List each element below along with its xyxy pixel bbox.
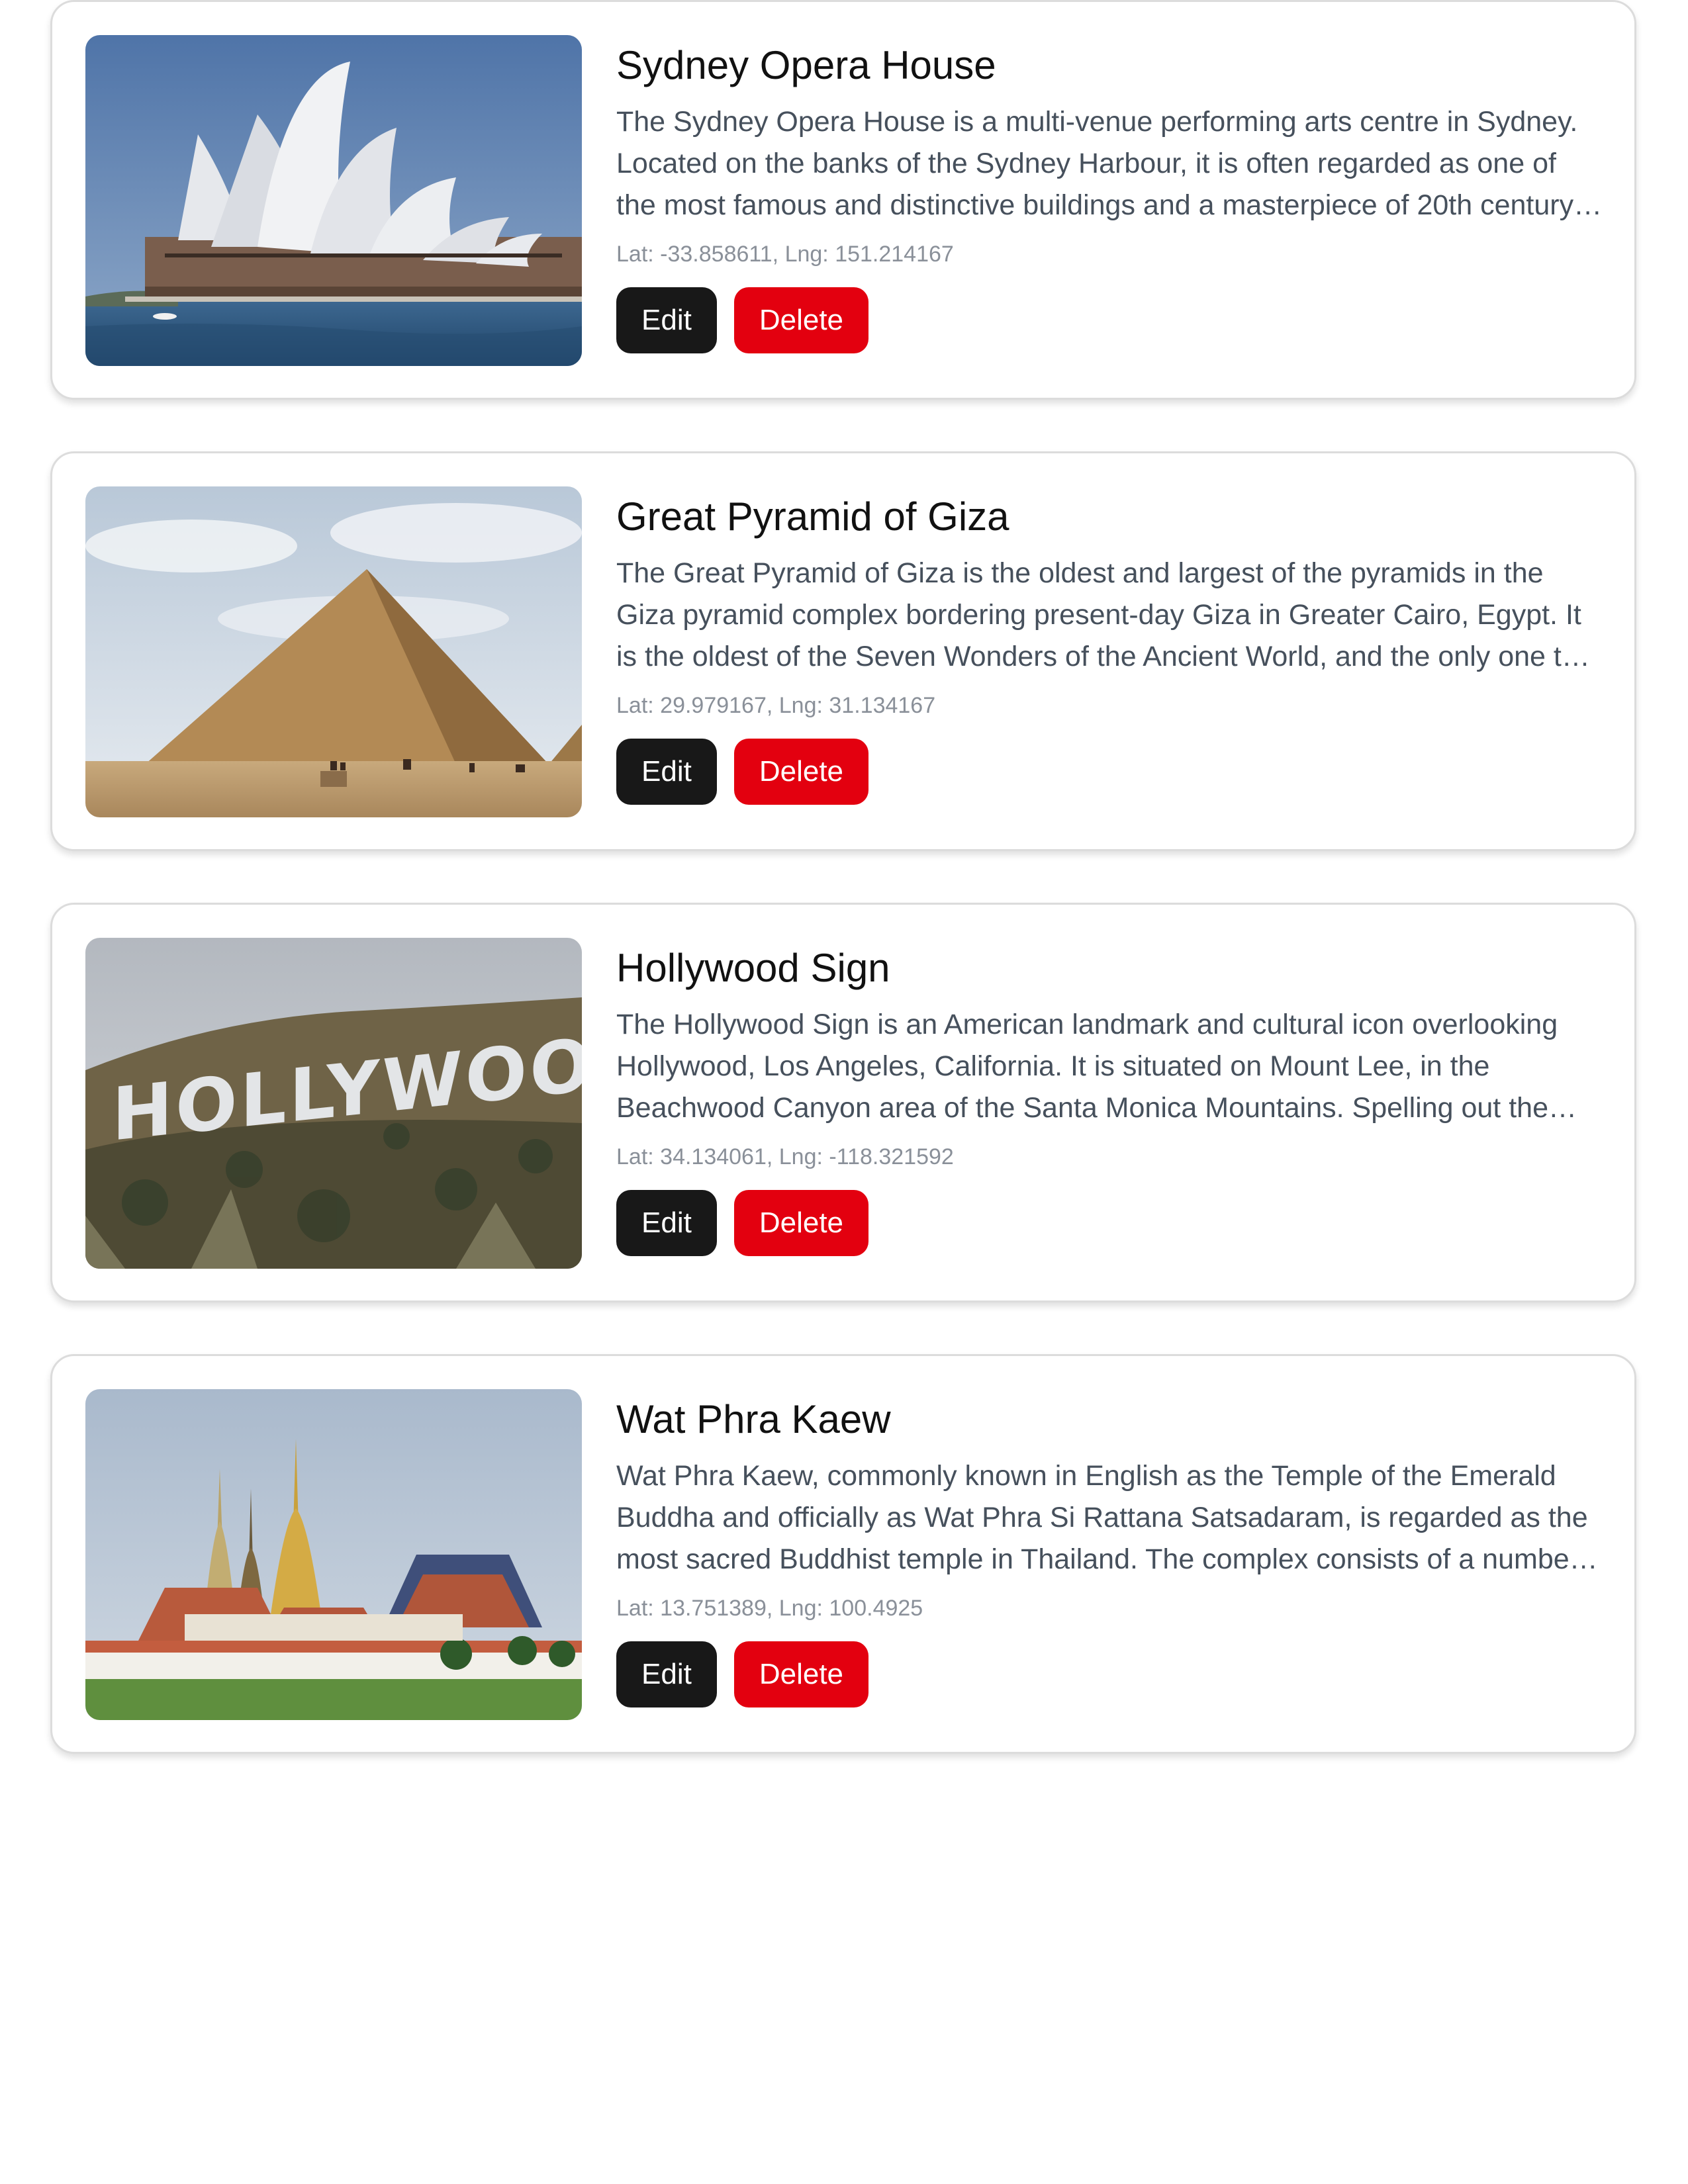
landmark-card-body: Hollywood Sign The Hollywood Sign is an … bbox=[616, 943, 1603, 1256]
landmark-coordinates: Lat: 34.134061, Lng: -118.321592 bbox=[616, 1144, 954, 1169]
edit-button[interactable]: Edit bbox=[616, 1190, 717, 1256]
edit-button[interactable]: Edit bbox=[616, 1641, 717, 1707]
landmark-card: Wat Phra Kaew Wat Phra Kaew, commonly kn… bbox=[50, 1354, 1636, 1754]
sydney-opera-house-photo bbox=[85, 35, 582, 366]
landmark-description: The Great Pyramid of Giza is the oldest … bbox=[616, 557, 1581, 672]
delete-button[interactable]: Delete bbox=[733, 287, 869, 353]
landmark-card-body: Wat Phra Kaew Wat Phra Kaew, commonly kn… bbox=[616, 1394, 1603, 1707]
landmark-card-body: Sydney Opera House The Sydney Opera Hous… bbox=[616, 40, 1603, 353]
landmark-actions: Edit Delete bbox=[616, 287, 1603, 353]
landmark-coordinates: Lat: 29.979167, Lng: 31.134167 bbox=[616, 693, 936, 718]
landmark-title: Great Pyramid of Giza bbox=[616, 494, 1009, 539]
landmark-image bbox=[85, 1389, 582, 1720]
landmark-image bbox=[85, 35, 582, 366]
edit-button[interactable]: Edit bbox=[616, 739, 717, 805]
great-pyramid-photo bbox=[85, 486, 582, 817]
landmark-actions: Edit Delete bbox=[616, 739, 1603, 805]
landmark-card: Sydney Opera House The Sydney Opera Hous… bbox=[50, 0, 1636, 400]
wat-phra-kaew-photo bbox=[85, 1389, 582, 1720]
landmark-image: HOLLYWOOD bbox=[85, 938, 582, 1269]
landmark-card: HOLLYWOOD Hollywood Sign The Hollywood S… bbox=[50, 903, 1636, 1302]
landmark-title: Hollywood Sign bbox=[616, 946, 890, 990]
landmark-title: Sydney Opera House bbox=[616, 43, 996, 87]
landmark-card-body: Great Pyramid of Giza The Great Pyramid … bbox=[616, 492, 1603, 805]
landmark-actions: Edit Delete bbox=[616, 1641, 1603, 1707]
landmark-image bbox=[85, 486, 582, 817]
landmark-actions: Edit Delete bbox=[616, 1190, 1603, 1256]
delete-button[interactable]: Delete bbox=[733, 739, 869, 805]
landmark-coordinates: Lat: -33.858611, Lng: 151.214167 bbox=[616, 242, 954, 267]
hollywood-sign-photo: HOLLYWOOD bbox=[85, 938, 582, 1269]
landmark-coordinates: Lat: 13.751389, Lng: 100.4925 bbox=[616, 1596, 923, 1621]
landmark-description: The Hollywood Sign is an American landma… bbox=[616, 1009, 1558, 1124]
landmark-description: Wat Phra Kaew, commonly known in English… bbox=[616, 1460, 1588, 1575]
delete-button[interactable]: Delete bbox=[733, 1190, 869, 1256]
delete-button[interactable]: Delete bbox=[733, 1641, 869, 1707]
edit-button[interactable]: Edit bbox=[616, 287, 717, 353]
landmark-card: Great Pyramid of Giza The Great Pyramid … bbox=[50, 451, 1636, 851]
landmark-title: Wat Phra Kaew bbox=[616, 1397, 891, 1441]
landmark-description: The Sydney Opera House is a multi-venue … bbox=[616, 106, 1578, 221]
